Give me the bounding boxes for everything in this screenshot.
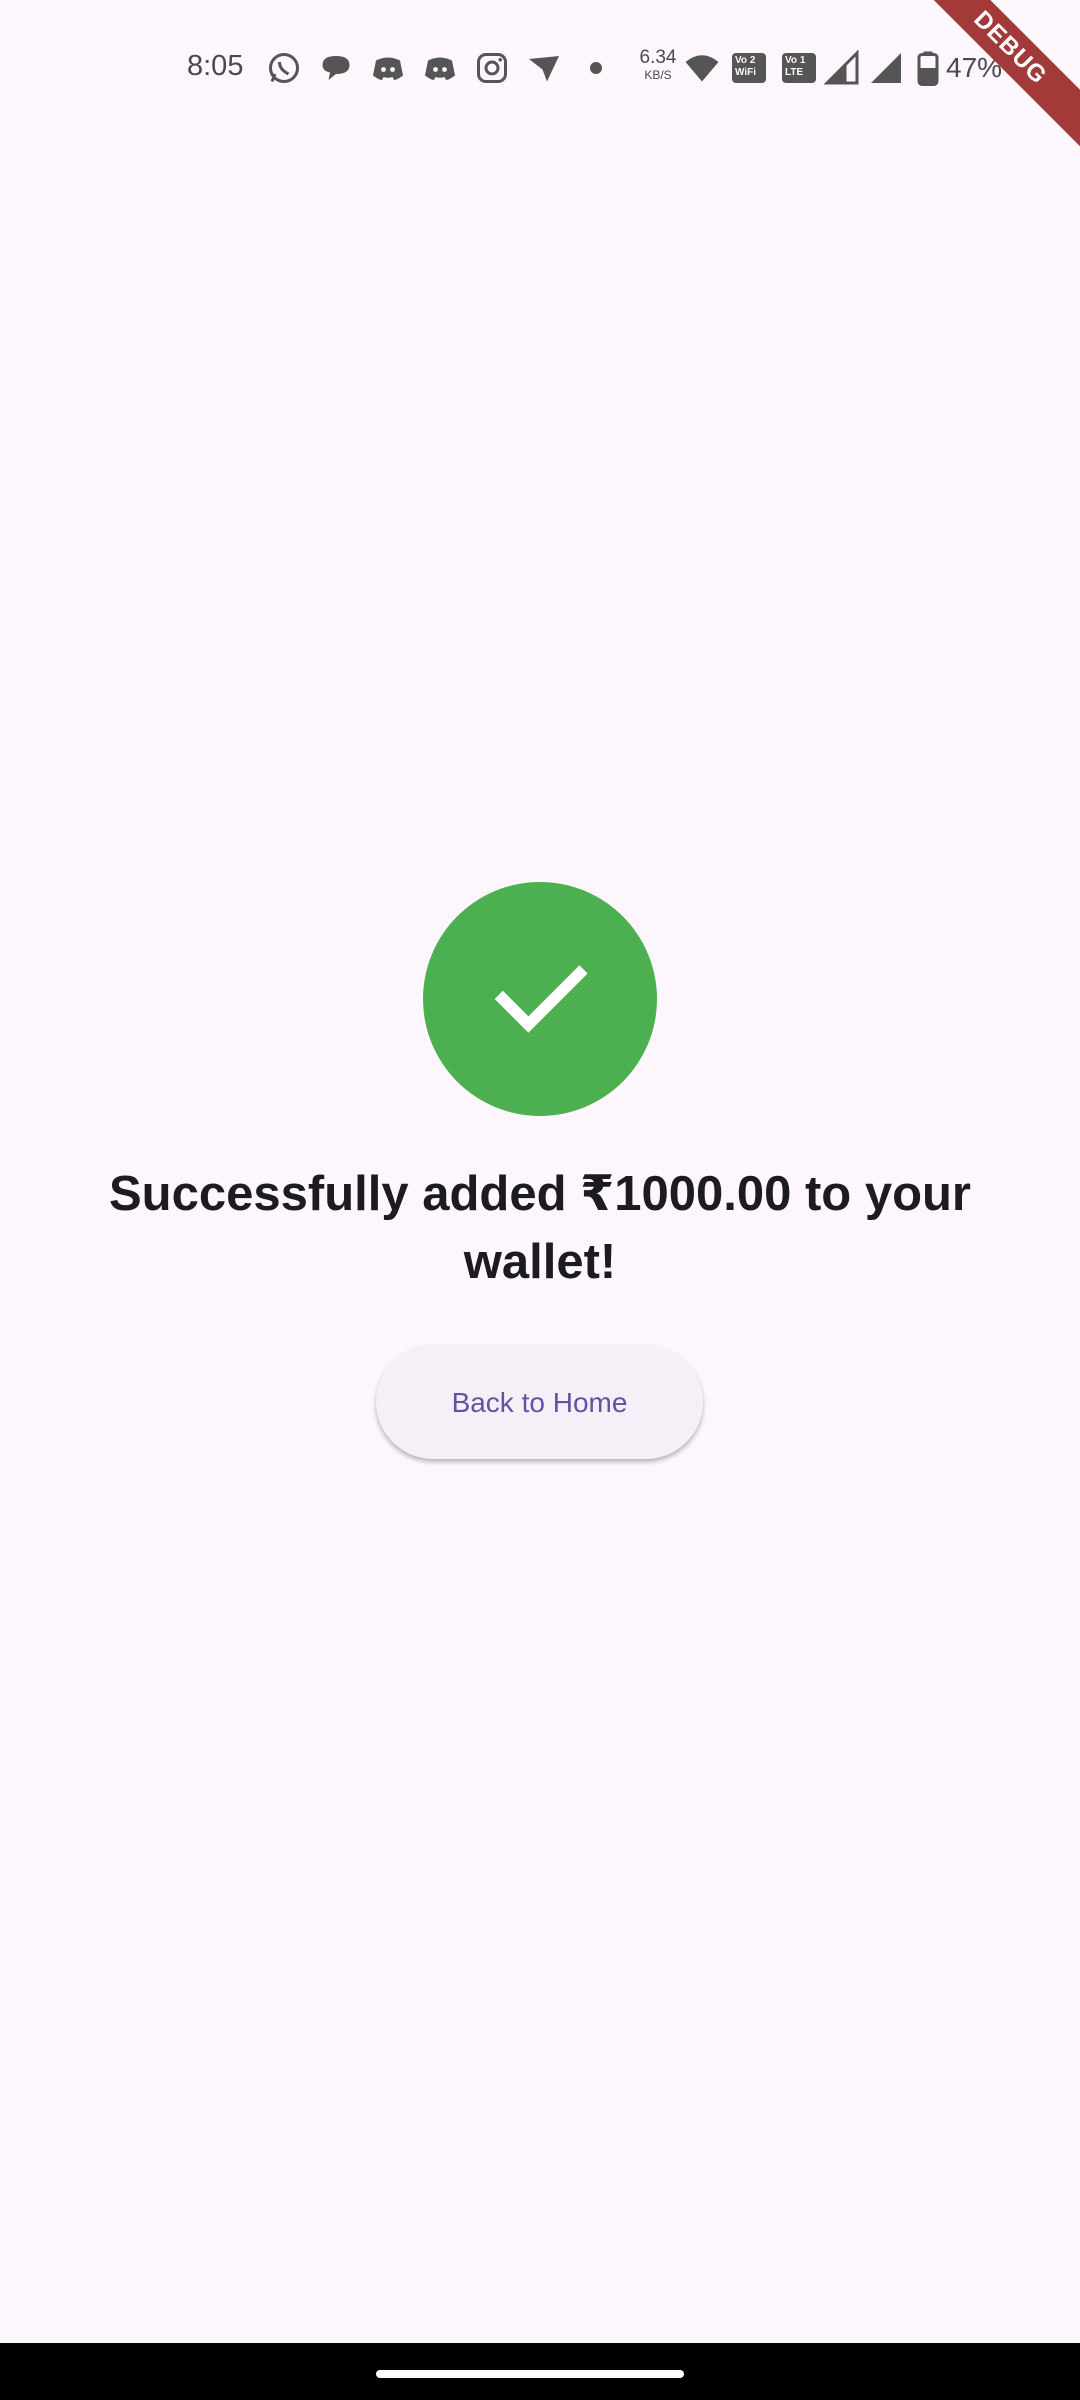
dot-icon: [578, 50, 614, 86]
sim1-badge-top: Vo 2: [735, 55, 756, 66]
wifi-icon: [684, 50, 720, 86]
sim2-badge-bottom: LTE: [785, 67, 804, 78]
network-speed-unit: KB/S: [644, 68, 672, 82]
status-bar: 8:05 6.34 KB/S Vo 2 WiFi Vo 1 LTE 47%: [0, 0, 1080, 135]
status-time: 8:05: [187, 50, 244, 82]
back-to-home-button[interactable]: Back to Home: [376, 1345, 703, 1459]
success-message: Successfully added ₹1000.00 to your wall…: [109, 1167, 971, 1289]
network-speed: 6.34 KB/S: [636, 48, 680, 81]
home-gesture-handle[interactable]: [376, 2370, 684, 2378]
success-check-circle: [423, 882, 657, 1116]
instagram-icon: [474, 50, 510, 86]
sim1-volte-badge: Vo 2 WiFi: [732, 53, 766, 83]
signal-icon: [824, 50, 860, 86]
sim1-badge-bottom: WiFi: [735, 67, 757, 78]
discord-icon: [370, 50, 406, 86]
whatsapp-icon: [266, 50, 302, 86]
send-icon: [526, 50, 562, 86]
sim2-volte-badge: Vo 1 LTE: [782, 53, 816, 83]
sim2-badge-top: Vo 1: [785, 55, 806, 66]
chat-bubble-icon: [318, 50, 354, 86]
discord-icon: [422, 50, 458, 86]
battery-icon: [914, 50, 942, 86]
network-speed-value: 6.34: [639, 47, 677, 68]
signal-icon: [868, 50, 904, 86]
check-icon: [494, 965, 588, 1033]
